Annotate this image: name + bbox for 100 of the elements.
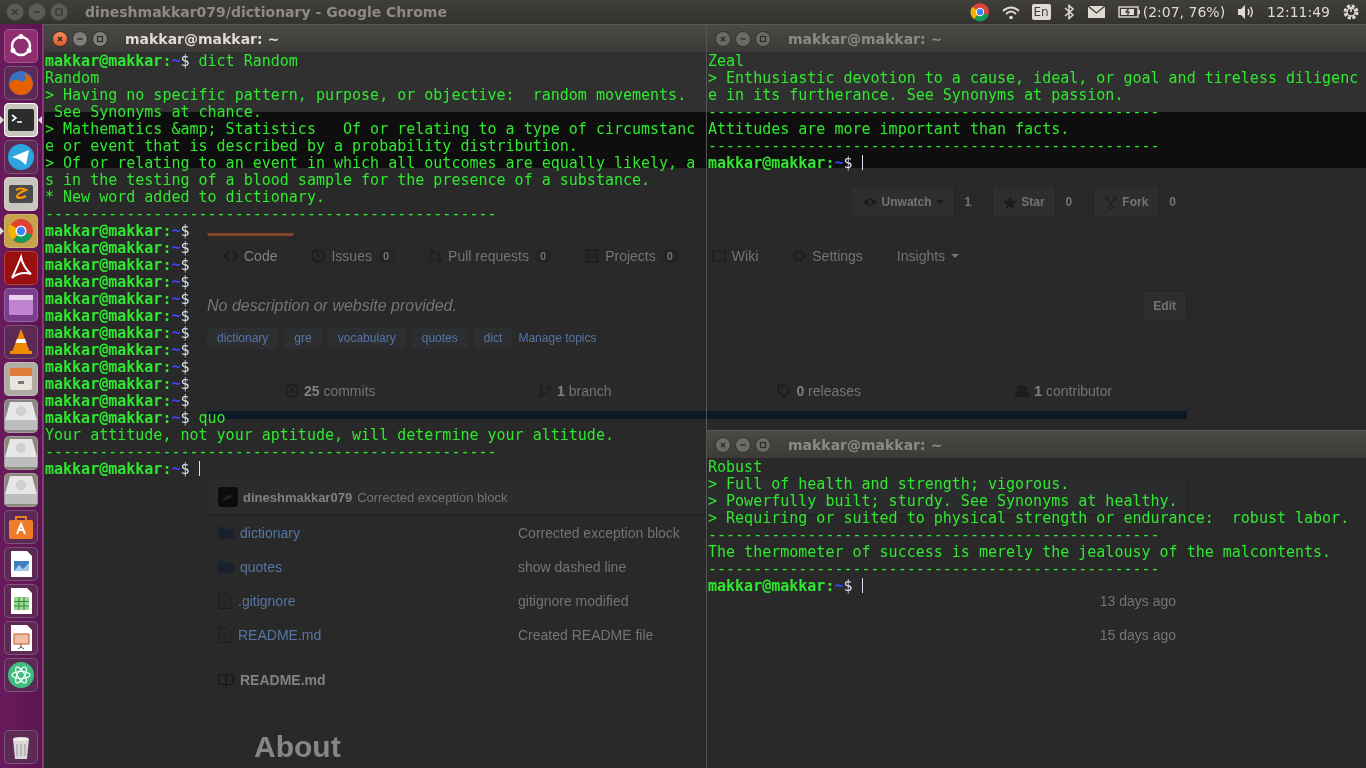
repo-action-button[interactable]: Star [993,187,1056,217]
commit-author[interactable]: dineshmakkar079 [243,489,353,505]
repo-stat-link[interactable]: 0 releases [697,371,942,411]
maximize-icon [53,6,65,18]
topic-tag[interactable]: gre [284,327,322,349]
launcher-button[interactable] [4,251,38,285]
counter[interactable]: 0 [1055,187,1083,217]
avatar-icon [218,487,238,507]
terminal-prompt-line: makkar@makkar:~$ [45,291,190,308]
envelope-icon [1086,5,1106,19]
commit-message[interactable]: Corrected exception block [518,524,680,541]
count-badge: 0 [535,248,552,263]
readme-title: README.md [240,672,326,688]
file-link[interactable]: README.md [238,626,322,643]
terminal-prompt-line: makkar@makkar:~$ [708,578,863,595]
launcher-button[interactable] [4,103,38,137]
terminal-output-line: Zeal [708,53,745,70]
bluetooth-icon [1062,3,1075,21]
launcher-button[interactable] [4,325,38,359]
terminal-output-line: > Having no specific pattern, purpose, or objective: random movements. [45,87,687,104]
clock[interactable]: 12:11:49 [1267,4,1330,20]
terminal-prompt-line: makkar@makkar:~$ [45,325,190,342]
terminal-prompt-line: makkar@makkar:~$ dict Random [45,53,298,70]
minimize-button[interactable] [735,30,751,47]
counter[interactable]: 1 [954,187,982,217]
repo-action-button[interactable]: Fork [1094,187,1160,217]
repo-stat-link[interactable]: 1 branch [452,371,697,411]
topic-tag[interactable]: dict [473,327,513,349]
counter[interactable]: 0 [1159,187,1186,217]
terminal-prompt-line: makkar@makkar:~$ [45,223,190,240]
repo-description: No description or website provided. [207,297,457,315]
terminal-output-line: s in the testing of a blood sample for the presence of a substance. [45,172,651,189]
file-link[interactable]: .gitignore [238,592,296,609]
commit-age: 15 days ago [1099,626,1176,643]
topic-tag[interactable]: quotes [411,327,468,349]
terminal-prompt-line: makkar@makkar:~$ [45,359,190,376]
repo-tab[interactable]: Wiki [694,233,776,276]
terminal-output-line: > Requiring or suited to physical strength or endurance: robust labor. [708,510,1350,527]
repo-action-button[interactable]: Unwatch [851,187,955,217]
launcher-button[interactable] [4,584,38,618]
launcher-button[interactable] [4,29,38,63]
repo-tab[interactable]: Insights [879,233,977,276]
manage-topics-link[interactable]: Manage topics [518,331,597,345]
commit-message[interactable]: show dashed line [518,558,627,575]
commit-message[interactable]: gitignore modified [518,592,629,609]
repo-tab[interactable]: Settings [775,233,880,276]
repo-tab[interactable]: Projects 0 [568,233,695,276]
terminal-output-line: * New word added to dictionary. [45,189,325,206]
launcher-button[interactable] [4,177,38,211]
title-bar[interactable]: makkar@makkar: ~ [707,24,1366,52]
title-bar[interactable]: makkar@makkar: ~ [44,24,706,52]
minimize-button[interactable] [735,436,751,453]
topic-tag[interactable]: dictionary [207,327,279,349]
dashed-separator-line: -------------------------------------------------- [708,527,1160,544]
maximize-button[interactable] [755,30,771,47]
launcher-button[interactable] [4,658,38,692]
terminal-prompt-line: makkar@makkar:~$ [45,274,190,291]
close-icon [9,6,21,18]
maximize-button[interactable] [92,30,108,47]
commit-message[interactable]: Corrected exception block [357,489,508,505]
terminal-prompt-line: makkar@makkar:~$ [45,257,190,274]
edit-button[interactable]: Edit [1142,291,1187,321]
dashed-separator-line: -------------------------------------------------- [708,561,1160,578]
drive-icon [4,399,38,433]
terminal-prompt-line: makkar@makkar:~$ [708,155,863,172]
launcher-button[interactable] [4,621,38,655]
launcher-button[interactable] [4,510,38,544]
close-button[interactable] [52,30,68,47]
wheel-logo-icon [969,2,990,22]
maximize-icon [758,439,768,450]
minimize-button[interactable] [72,30,88,47]
topic-tag[interactable]: vocabulary [327,327,406,349]
title-bar[interactable]: makkar@makkar: ~ [707,430,1366,458]
terminal-output-line: e or event that is described by a probability distribution. [45,138,578,155]
maximize-button[interactable] [755,436,771,453]
launcher-button[interactable] [4,140,38,174]
window-title: dineshmakkar079/dictionary - Google Chrome [85,4,447,20]
terminal-prompt-line: makkar@makkar:~$ [45,240,190,257]
count-badge: 0 [377,248,395,263]
repo-stat-link[interactable]: 1 contributor [941,371,1186,411]
close-button[interactable] [715,436,731,453]
terminal-output-line: > Mathematics &amp; Statistics Of or relating to a type of circumstanc [45,121,696,138]
launcher-button[interactable] [4,730,38,764]
launcher-button[interactable] [4,547,38,581]
terminal-prompt-line: makkar@makkar:~$ [45,376,190,393]
terminal-output-line: Attitudes are more important than facts. [708,121,1070,138]
repo-tab[interactable]: Code [207,233,295,276]
file-link[interactable]: quotes [240,558,283,575]
drive-icon [4,436,38,470]
keyboard-layout-indicator[interactable]: En [1031,4,1051,20]
terminal-prompt-line: makkar@makkar:~$ quo [45,410,226,427]
repo-tab[interactable]: Pull requests 0 [411,233,569,276]
terminal-output-line: Your attitude, not your aptitude, will determine your altitude. [45,427,614,444]
repo-tab[interactable]: Issues 0 [294,233,412,276]
file-link[interactable]: dictionary [240,524,300,541]
commit-message[interactable]: Created README file [518,626,654,643]
close-button[interactable] [715,30,731,47]
repo-stat-link[interactable]: 25 commits [208,371,453,411]
terminal-prompt-line: makkar@makkar:~$ [45,342,190,359]
commit-age: 13 days ago [1099,592,1176,609]
